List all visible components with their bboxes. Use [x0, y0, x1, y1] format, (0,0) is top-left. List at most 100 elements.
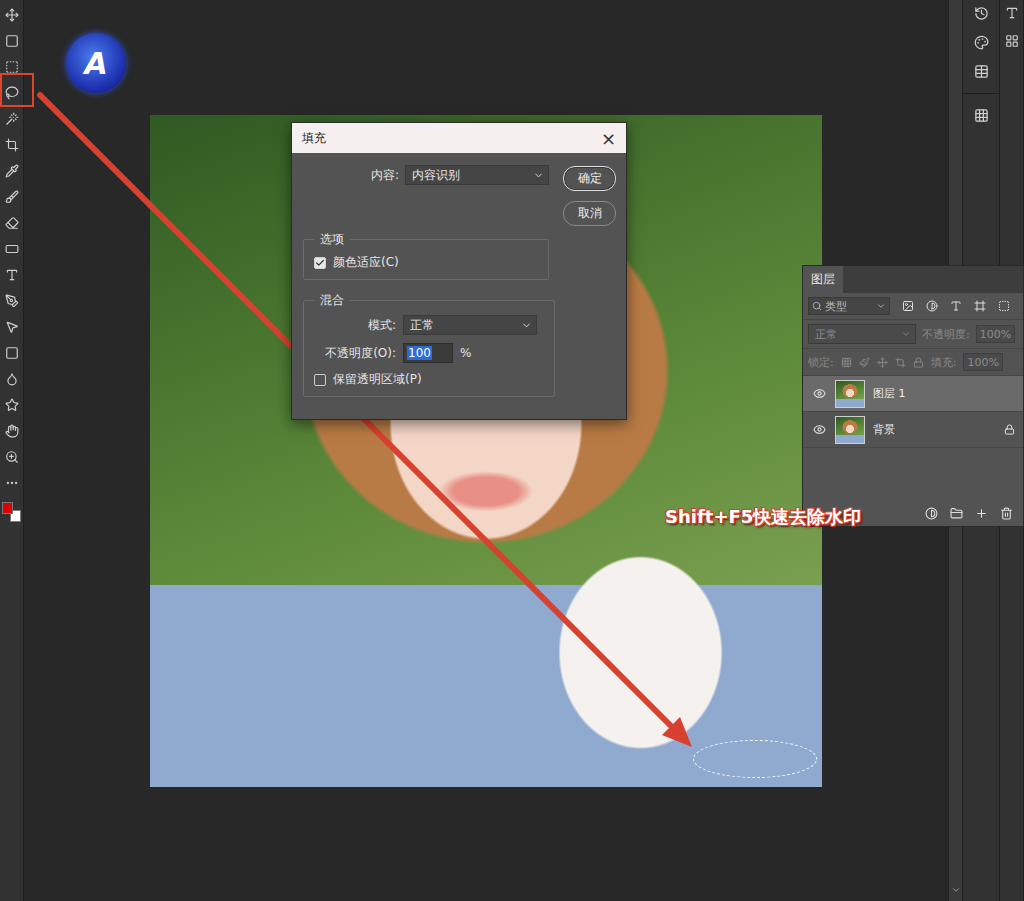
opacity-value[interactable]: 100% — [976, 325, 1015, 343]
chevron-down-icon — [521, 320, 532, 331]
dialog-title-bar[interactable]: 填充 × — [292, 123, 626, 153]
more-icon[interactable] — [5, 476, 19, 490]
history-icon[interactable] — [974, 6, 989, 21]
filter-select[interactable]: 类型 — [808, 297, 890, 315]
site-logo: A — [66, 33, 126, 93]
cancel-button[interactable]: 取消 — [563, 201, 616, 226]
grid-icon[interactable] — [974, 108, 989, 123]
blur-icon[interactable] — [5, 372, 19, 386]
opacity-label: 不透明度: — [922, 327, 970, 342]
photoshop-window: A填充×内容:内容识别选项颜色适应(C)混合模式:正常不透明度(O):100%保… — [0, 0, 1024, 901]
crop-icon[interactable] — [5, 138, 19, 152]
dialog-title: 填充 — [302, 130, 326, 147]
eye-icon[interactable] — [813, 423, 826, 436]
opacity-input[interactable]: 100 — [403, 343, 453, 363]
checkbox-label: 颜色适应(C) — [333, 254, 399, 271]
lasso-icon[interactable] — [5, 86, 19, 100]
trash-icon[interactable] — [1000, 507, 1013, 520]
adjustment-layer-icon[interactable] — [925, 507, 938, 520]
eyedropper-icon[interactable] — [5, 164, 19, 178]
pixel-filter-icon[interactable] — [902, 300, 914, 312]
color-swatches[interactable] — [2, 502, 22, 524]
highlight-box — [0, 73, 34, 107]
path-select-icon[interactable] — [5, 320, 19, 334]
swatches-icon[interactable] — [974, 35, 989, 50]
content-select[interactable]: 内容识别 — [405, 165, 549, 185]
ok-button[interactable]: 确定 — [563, 166, 616, 191]
fill-label: 填充: — [931, 355, 957, 370]
adjustment-filter-icon[interactable] — [926, 300, 938, 312]
options-group: 选项颜色适应(C) — [303, 231, 549, 280]
layers-panel: 图层类型正常不透明度: 100% 锁定: 填充: 100% 图层 1 背景 — [802, 265, 1024, 527]
mode-label: 模式: — [314, 317, 396, 334]
group-icon[interactable] — [950, 507, 963, 520]
tool-bar — [0, 0, 24, 901]
pen-icon[interactable] — [5, 294, 19, 308]
preserve-checkbox[interactable]: 保留透明区域(P) — [314, 371, 544, 388]
new-layer-icon[interactable] — [975, 507, 988, 520]
lasso-selection — [693, 740, 817, 778]
foreground-swatch[interactable] — [2, 502, 13, 514]
lock-artboard-icon[interactable] — [895, 357, 906, 368]
lock-row: 锁定: 填充: 100% — [803, 349, 1023, 376]
lock-position-icon[interactable] — [877, 357, 888, 368]
layer-thumbnail — [835, 416, 865, 444]
shape-filter-icon[interactable] — [974, 300, 986, 312]
zoom-icon[interactable] — [5, 450, 19, 464]
annotation-text: Shift+F5快速去除水印 — [665, 505, 861, 529]
chevron-down-icon — [533, 170, 544, 181]
dialog-body: 内容: 内容识别选项颜色适应(C) 混合模式: 正常不透明度(O): 100% 保留透明区… — [292, 153, 626, 419]
blend-group: 混合模式: 正常不透明度(O): 100% 保留透明区域(P) — [303, 292, 555, 397]
visibility-toggle[interactable] — [811, 423, 827, 436]
brush-icon[interactable] — [5, 190, 19, 204]
type-icon[interactable] — [5, 268, 19, 282]
character-icon[interactable] — [1005, 6, 1019, 20]
layer-thumbnail — [835, 380, 865, 408]
lock-all-icon[interactable] — [913, 357, 924, 368]
rectangle-icon[interactable] — [5, 346, 19, 360]
opacity-unit: % — [460, 346, 471, 360]
lock-pixels-icon[interactable] — [859, 357, 870, 368]
smart-filter-icon[interactable] — [998, 300, 1010, 312]
eye-icon[interactable] — [813, 387, 826, 400]
lock-transparent-icon[interactable] — [841, 357, 852, 368]
content-label: 内容: — [371, 167, 399, 184]
marquee-dashed-icon[interactable] — [5, 60, 19, 74]
check-icon — [315, 258, 325, 268]
layer-row[interactable]: 背景 — [803, 412, 1023, 448]
paragraph-icon[interactable] — [1005, 34, 1019, 48]
filter-row: 类型 — [803, 293, 1023, 320]
magic-wand-icon[interactable] — [5, 112, 19, 126]
opacity-label: 不透明度(O): — [314, 345, 396, 362]
eraser-icon[interactable] — [5, 216, 19, 230]
group-title: 混合 — [314, 292, 350, 309]
mode-row: 模式: 正常 — [314, 315, 544, 335]
mode-select[interactable]: 正常 — [403, 315, 537, 335]
hand-icon[interactable] — [5, 424, 19, 438]
layers-tab[interactable]: 图层 — [803, 266, 843, 293]
group-title: 选项 — [314, 231, 350, 248]
move-icon[interactable] — [5, 8, 19, 22]
checkbox-box[interactable] — [314, 257, 326, 269]
visibility-toggle[interactable] — [811, 387, 827, 400]
option-checkbox[interactable]: 颜色适应(C) — [314, 254, 538, 271]
checkbox-box[interactable] — [314, 374, 326, 386]
fill-dialog: 填充 × 内容: 内容识别选项颜色适应(C) 混合模式: 正常不透明度(O): 100% 保留… — [291, 122, 627, 420]
chevron-down-icon — [901, 329, 911, 339]
dialog-buttons: 确定取消 — [563, 165, 616, 409]
fill-value[interactable]: 100% — [963, 353, 1002, 371]
checkbox-label: 保留透明区域(P) — [333, 371, 422, 388]
panel-header: 图层 — [803, 266, 1023, 293]
table-icon[interactable] — [974, 64, 989, 79]
layer-name: 背景 — [873, 422, 996, 437]
scroll-down-icon[interactable] — [951, 885, 961, 895]
lock-label: 锁定: — [808, 355, 834, 370]
marquee-icon[interactable] — [5, 34, 19, 48]
gradient-icon[interactable] — [5, 242, 19, 256]
type-filter-icon[interactable] — [950, 300, 962, 312]
opacity-row: 不透明度(O): 100% — [314, 343, 544, 363]
blend-mode-select[interactable]: 正常 — [808, 324, 916, 344]
shape-icon[interactable] — [5, 398, 19, 412]
layer-row[interactable]: 图层 1 — [803, 376, 1023, 412]
close-button[interactable]: × — [601, 128, 616, 149]
